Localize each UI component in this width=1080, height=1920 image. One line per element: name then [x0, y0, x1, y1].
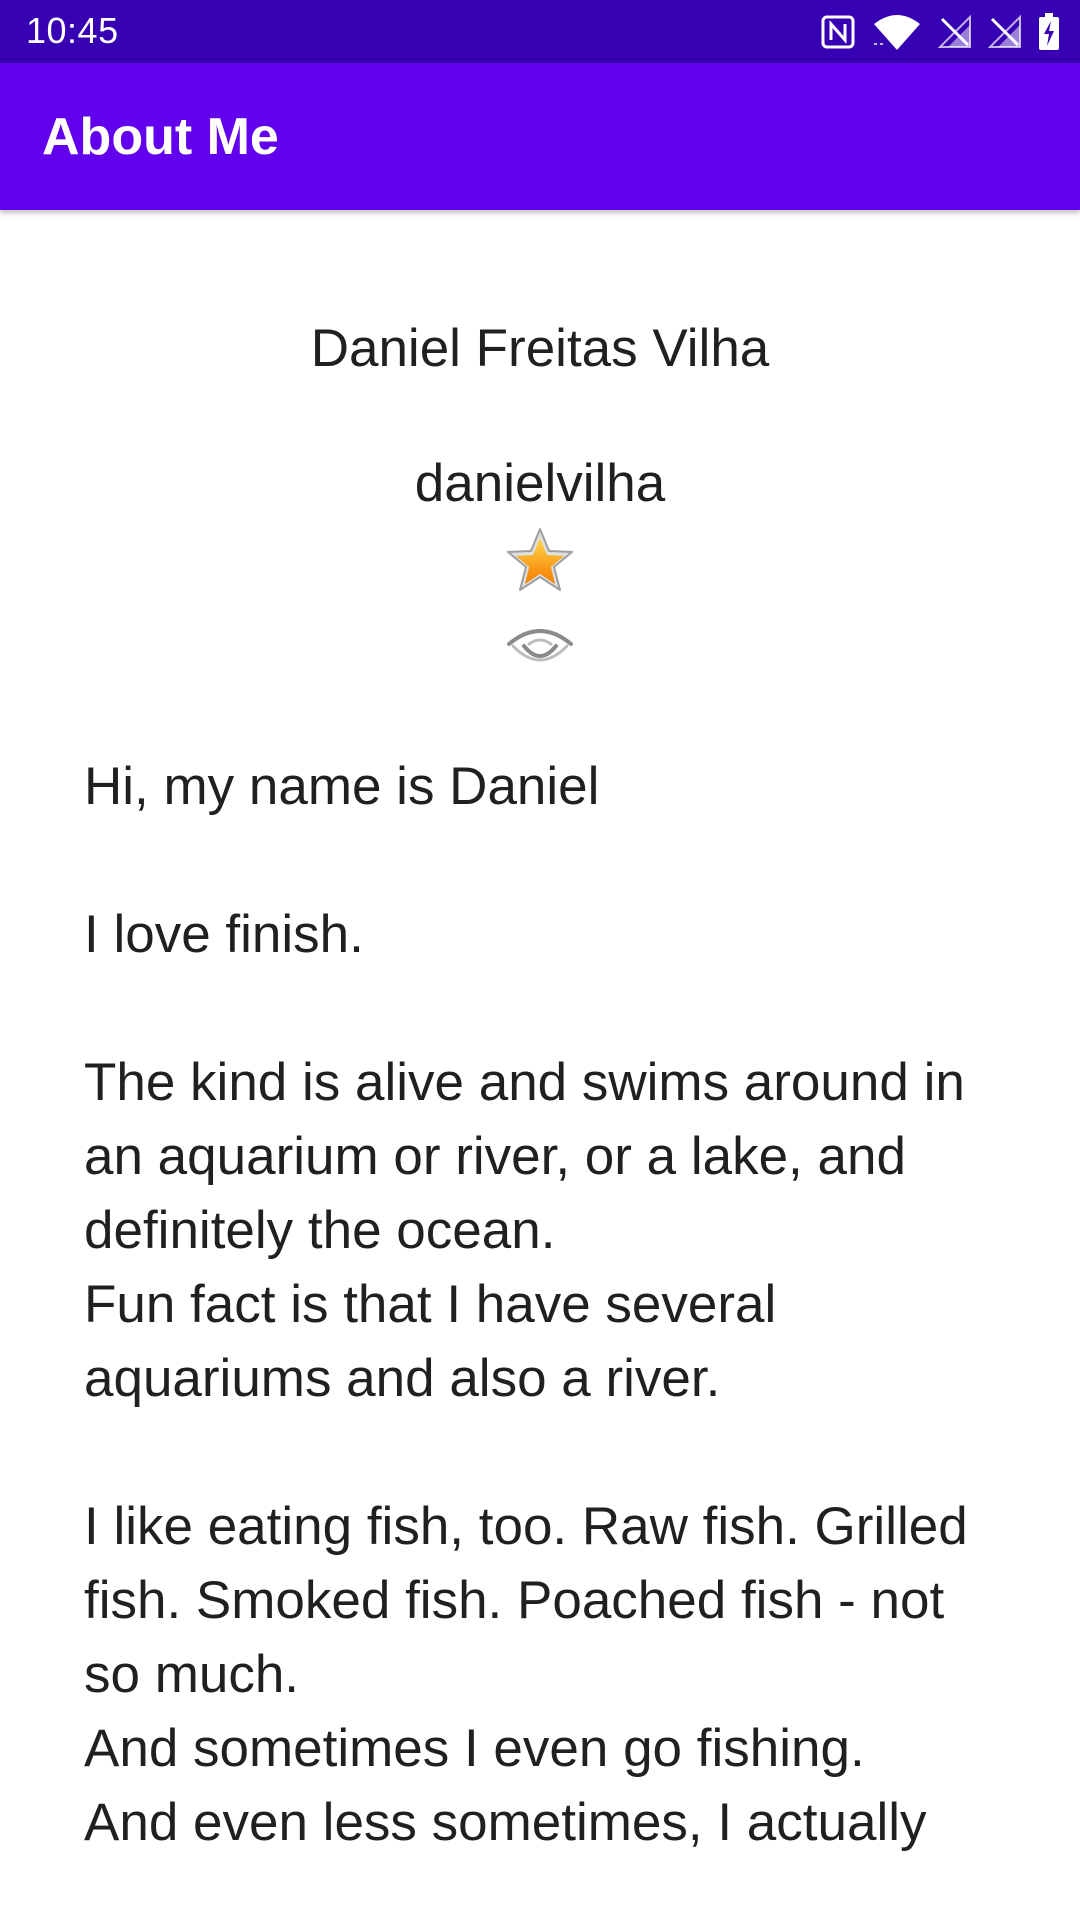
- status-time: 10:45: [26, 10, 119, 51]
- signal-off-icon: [988, 15, 1022, 49]
- bio-text: Hi, my name is Daniel I love finish. The…: [84, 757, 968, 1852]
- nfc-icon: [820, 14, 856, 50]
- battery-charging-icon: [1038, 13, 1060, 51]
- full-name: Daniel Freitas Vilha: [310, 319, 770, 378]
- status-icons: [820, 12, 1060, 52]
- app-title: About Me: [42, 108, 279, 166]
- nickname: danielvilha: [414, 454, 666, 513]
- eye-icon: [505, 622, 575, 672]
- signal-off-icon: [938, 15, 972, 49]
- app-bar: About Me: [0, 63, 1080, 210]
- status-bar: 10:45: [0, 0, 1080, 63]
- wifi-icon: [872, 14, 922, 50]
- content-scroll[interactable]: Daniel Freitas Vilha danielvilha Hi, my …: [0, 210, 1080, 1920]
- star-icon: [505, 526, 575, 596]
